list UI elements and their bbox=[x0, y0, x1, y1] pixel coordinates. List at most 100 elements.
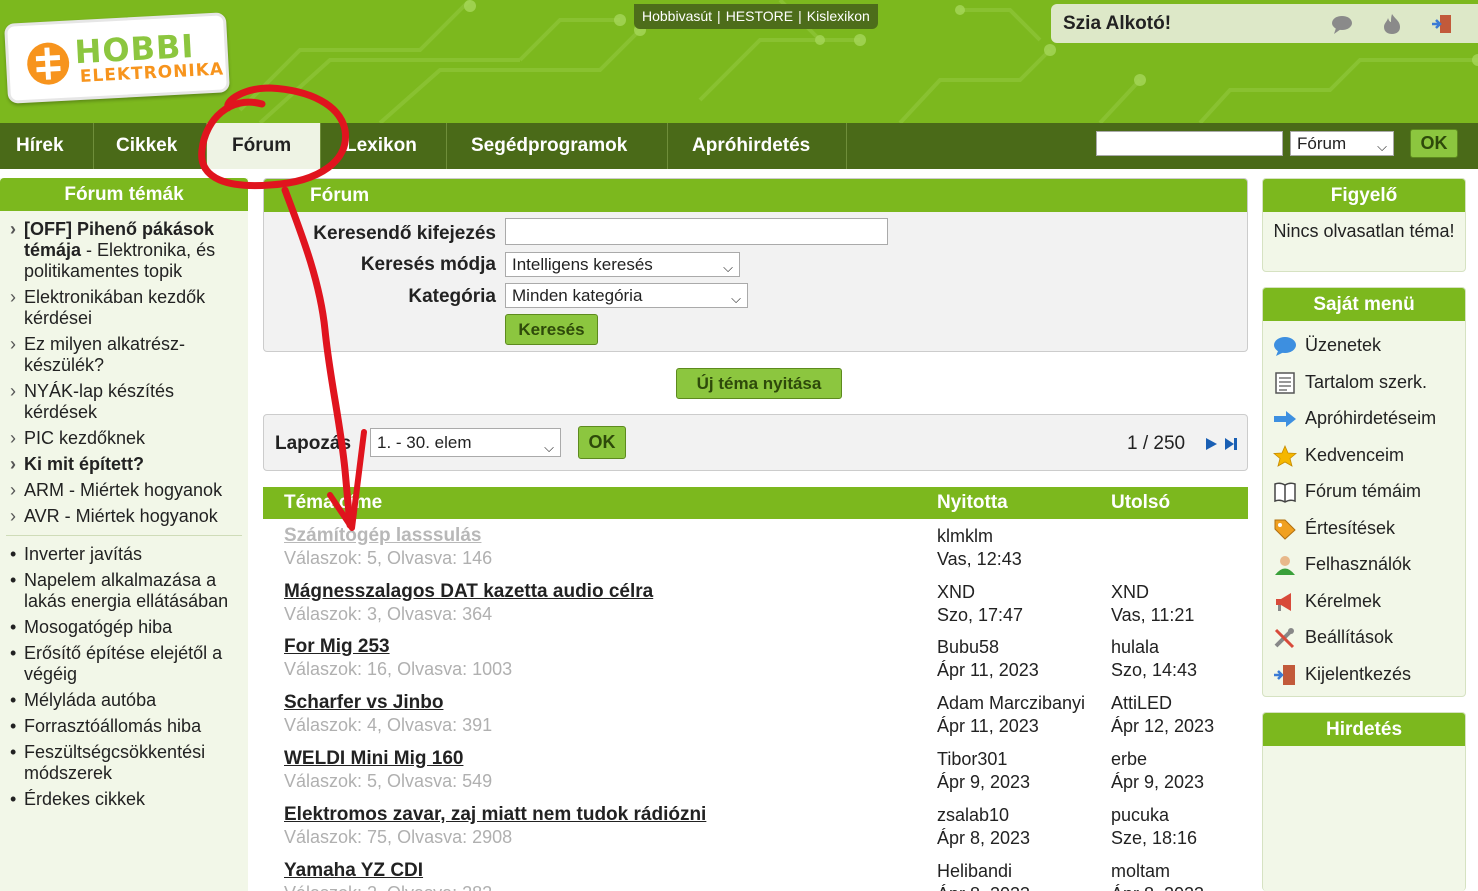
menu-kijelentkezes[interactable]: Kijelentkezés bbox=[1263, 656, 1465, 693]
topic-link[interactable]: AVR - Miértek hogyanok bbox=[10, 506, 242, 527]
forum-search-panel: Fórum Keresendő kifejezés Keresés módja … bbox=[263, 178, 1248, 352]
menu-uzenetek[interactable]: Üzenetek bbox=[1263, 327, 1465, 364]
pager-range-select[interactable]: 1. - 30. elem ⌵ bbox=[370, 428, 561, 457]
last-post-time: Vas, 11:21 bbox=[1111, 605, 1195, 625]
menu-label: Kedvenceim bbox=[1305, 444, 1405, 465]
menu-felhasznalok[interactable]: Felhasználók bbox=[1263, 546, 1465, 583]
opened-at: Ápr 11, 2023 bbox=[937, 716, 1039, 736]
menu-beallitasok[interactable]: Beállítások bbox=[1263, 619, 1465, 656]
top-link-kislexikon[interactable]: Kislexikon bbox=[807, 8, 870, 24]
menu-kerelmek[interactable]: Kérelmek bbox=[1263, 583, 1465, 620]
keyword-label: Keresendő kifejezés bbox=[313, 223, 496, 244]
topic-link[interactable]: Elektronikában kezdők kérdései bbox=[10, 287, 242, 329]
search-button[interactable]: Keresés bbox=[505, 314, 598, 345]
topic-link[interactable]: NYÁK-lap készítés kérdések bbox=[10, 381, 242, 423]
last-post-user[interactable]: erbe bbox=[1111, 748, 1204, 771]
pager-ok-button[interactable]: OK bbox=[578, 426, 626, 459]
last-post-user[interactable]: pucuka bbox=[1111, 804, 1197, 827]
menu-kedvenceim[interactable]: Kedvenceim bbox=[1263, 437, 1465, 474]
menu-ertesitesek[interactable]: Értesítések bbox=[1263, 510, 1465, 547]
recent-topic-link[interactable]: Érdekes cikkek bbox=[10, 789, 242, 810]
opened-by-user[interactable]: Bubu58 bbox=[937, 636, 1039, 659]
table-row: WELDI Mini Mig 160 Válaszok: 5, Olvasva:… bbox=[263, 744, 1248, 800]
topic-link[interactable]: PIC kezdőknek bbox=[10, 428, 242, 449]
topic-title-link[interactable]: Elektromos zavar, zaj miatt nem tudok rá… bbox=[284, 804, 706, 826]
topic-title-link[interactable]: For Mig 253 bbox=[284, 636, 390, 658]
col-last[interactable]: Utolsó bbox=[1111, 492, 1170, 514]
recent-topic-link[interactable]: Forrasztóállomás hiba bbox=[10, 716, 242, 737]
menu-aprohirdeteseim[interactable]: Apróhirdetéseim bbox=[1263, 400, 1465, 437]
opened-by-user[interactable]: XND bbox=[937, 581, 1023, 604]
recent-topic-link[interactable]: Mélyláda autóba bbox=[10, 690, 242, 711]
opened-by-user[interactable]: zsalab10 bbox=[937, 804, 1030, 827]
menu-label: Tartalom szerk. bbox=[1305, 371, 1428, 392]
star-icon bbox=[1273, 444, 1297, 467]
opened-by-user[interactable]: Adam Marczibanyi bbox=[937, 692, 1085, 715]
ads-title: Hirdetés bbox=[1263, 713, 1465, 746]
search-scope-select[interactable]: Fórum ⌵ bbox=[1290, 131, 1394, 156]
site-logo[interactable]: HOBBI ELEKTRONIKA bbox=[4, 12, 230, 104]
last-post: hulala Szo, 14:43 bbox=[1111, 636, 1197, 682]
my-menu-panel: Saját menü Üzenetek Tartalom szerk. Apró… bbox=[1262, 287, 1466, 697]
pager-bar: Lapozás 1. - 30. elem ⌵ OK 1 / 250 bbox=[263, 414, 1248, 471]
recent-topic-link[interactable]: Inverter javítás bbox=[10, 544, 242, 565]
nav-segedprogramok[interactable]: Segédprogramok bbox=[447, 123, 668, 169]
last-post-time: Ápr 8, 2023 bbox=[1111, 883, 1204, 891]
topic-link[interactable]: ARM - Miértek hogyanok bbox=[10, 480, 242, 501]
topic-title-link[interactable]: Yamaha YZ CDI bbox=[284, 860, 423, 882]
nav-forum[interactable]: Fórum bbox=[207, 123, 321, 169]
top-link-hestore[interactable]: HESTORE bbox=[726, 8, 793, 24]
search-mode-label: Keresés módja bbox=[360, 254, 496, 275]
topic-link[interactable]: Ki mit épített? bbox=[10, 454, 242, 475]
nav-aprohirdetes[interactable]: Apróhirdetés bbox=[668, 123, 847, 169]
recent-topic-link[interactable]: Napelem alkalmazása a lakás energia ellá… bbox=[10, 570, 242, 612]
watch-panel: Figyelő Nincs olvasatlan téma! bbox=[1262, 178, 1466, 272]
menu-tartalom-szerk[interactable]: Tartalom szerk. bbox=[1263, 364, 1465, 401]
last-post-user[interactable]: XND bbox=[1111, 581, 1194, 604]
header-search-input[interactable] bbox=[1096, 131, 1283, 156]
topic-stats: Válaszok: 3, Olvasva: 364 bbox=[284, 604, 493, 624]
search-mode-select[interactable]: Intelligens keresés ⌵ bbox=[505, 252, 740, 277]
last-post-user[interactable]: moltam bbox=[1111, 860, 1204, 883]
topic-title-link[interactable]: Mágnesszalagos DAT kazetta audio célra bbox=[284, 581, 653, 603]
topic-link[interactable]: [OFF] Pihenő pákások témája - Elektronik… bbox=[10, 219, 242, 282]
recent-topic-link[interactable]: Erősítő építése elejétől a végéig bbox=[10, 643, 242, 685]
topic-title-link[interactable]: WELDI Mini Mig 160 bbox=[284, 748, 463, 770]
fire-icon[interactable] bbox=[1381, 13, 1403, 35]
arrow-right-icon bbox=[1274, 411, 1296, 427]
col-opened-by[interactable]: Nyitotta bbox=[937, 492, 1008, 514]
site-header: HOBBI ELEKTRONIKA Hobbivasút | HESTORE | Kis… bbox=[0, 0, 1478, 123]
col-topic-title[interactable]: Téma címe bbox=[284, 492, 382, 514]
logout-door-icon[interactable] bbox=[1431, 13, 1453, 35]
nav-hirek[interactable]: Hírek bbox=[0, 123, 94, 169]
new-topic-button[interactable]: Új téma nyitása bbox=[676, 368, 842, 399]
keyword-input[interactable] bbox=[505, 218, 888, 245]
header-search-ok-button[interactable]: OK bbox=[1410, 129, 1458, 158]
tools-icon bbox=[1274, 628, 1295, 649]
last-post-user[interactable]: hulala bbox=[1111, 636, 1197, 659]
last-page-icon[interactable] bbox=[1224, 437, 1238, 451]
menu-forum-temaim[interactable]: Fórum témáim bbox=[1263, 473, 1465, 510]
opened-by-user[interactable]: klmklm bbox=[937, 525, 1022, 548]
nav-lexikon[interactable]: Lexikon bbox=[321, 123, 447, 169]
topic-link[interactable]: Ez milyen alkatrész-készülék? bbox=[10, 334, 242, 376]
topic-title-link[interactable]: Scharfer vs Jinbo bbox=[284, 692, 443, 714]
recent-topic-link[interactable]: Feszültségcsökkentési módszerek bbox=[10, 742, 242, 784]
next-page-icon[interactable] bbox=[1204, 437, 1218, 451]
chat-bubble-icon[interactable] bbox=[1331, 13, 1353, 35]
user-box: Szia Alkotó! bbox=[1051, 4, 1478, 43]
table-row: Scharfer vs Jinbo Válaszok: 4, Olvasva: … bbox=[263, 688, 1248, 744]
topic-title-link[interactable]: Számítógép lasssulás bbox=[284, 525, 481, 547]
menu-label: Kérelmek bbox=[1305, 590, 1382, 611]
last-post-user[interactable]: AttiLED bbox=[1111, 692, 1214, 715]
book-icon bbox=[1274, 482, 1296, 503]
top-link-hobbivasut[interactable]: Hobbivasút bbox=[642, 8, 712, 24]
recent-topic-link[interactable]: Mosogatógép hiba bbox=[10, 617, 242, 638]
nav-cikkek[interactable]: Cikkek bbox=[94, 123, 207, 169]
opened-at: Ápr 8, 2023 bbox=[937, 828, 1031, 848]
opened-at: Ápr 8, 2023 bbox=[937, 883, 1030, 891]
opened-by-user[interactable]: Helibandi bbox=[937, 860, 1030, 883]
category-select[interactable]: Minden kategória ⌵ bbox=[505, 283, 748, 308]
opened-by-user[interactable]: Tibor301 bbox=[937, 748, 1030, 771]
topic-stats: Válaszok: 5, Olvasva: 549 bbox=[284, 771, 493, 791]
